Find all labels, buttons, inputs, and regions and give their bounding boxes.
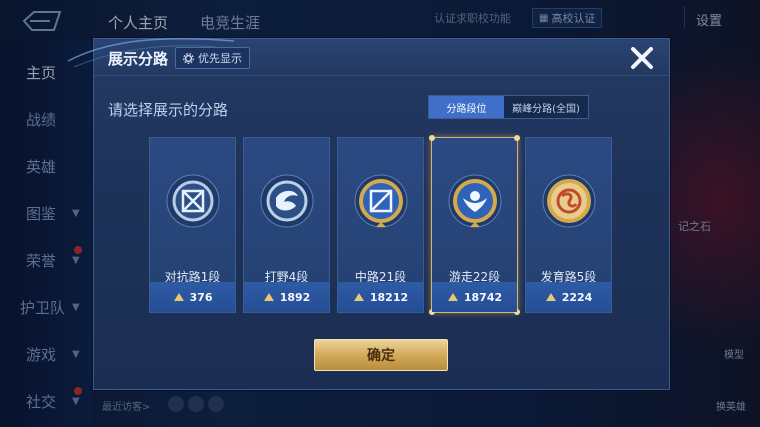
score-value: 2224 [561, 290, 593, 304]
mid-lane-emblem-icon [354, 174, 408, 228]
rank-arrow-icon [173, 293, 184, 301]
rank-arrow-icon [447, 293, 458, 301]
confirm-button[interactable]: 确定 [314, 339, 448, 371]
score-value: 18212 [369, 290, 409, 304]
lane-card-score: 18742 [432, 282, 517, 312]
tab-peak-lane[interactable]: 巅峰分路(全国) [504, 96, 588, 118]
priority-display-button[interactable]: 优先显示 [175, 47, 250, 69]
roam-emblem-icon [448, 174, 502, 228]
lane-card-score: 1892 [244, 282, 329, 312]
lane-type-toggle: 分路段位 巅峰分路(全国) [428, 95, 589, 119]
score-value: 376 [189, 290, 213, 304]
tab-lane-rank[interactable]: 分路段位 [429, 96, 504, 118]
score-value: 1892 [279, 290, 311, 304]
priority-display-label: 优先显示 [198, 52, 242, 65]
jungle-emblem-icon [260, 174, 314, 228]
lane-card[interactable]: 打野4段 1892 [243, 137, 330, 313]
lane-card[interactable]: 中路21段 18212 [337, 137, 424, 313]
rank-arrow-icon [353, 293, 364, 301]
farm-lane-emblem-icon [542, 174, 596, 228]
rank-arrow-icon [263, 293, 274, 301]
lane-card-score: 18212 [338, 282, 423, 312]
lane-card-score: 376 [150, 282, 235, 312]
corner-ornament [429, 135, 435, 141]
close-icon [631, 47, 653, 69]
lane-card[interactable]: 发育路5段 2224 [525, 137, 612, 313]
dialog-title: 展示分路 [108, 50, 169, 68]
lane-display-dialog: 展示分路 优先显示 请选择展示的分路 分路段位 巅峰分路(全国) 对抗路1段 3… [67, 38, 670, 390]
lane-card-selected[interactable]: 游走22段 18742 [429, 135, 520, 315]
close-button[interactable] [626, 42, 658, 74]
gear-icon [183, 52, 194, 64]
lane-card[interactable]: 对抗路1段 376 [149, 137, 236, 313]
clash-lane-emblem-icon [166, 174, 220, 228]
rank-arrow-icon [545, 293, 556, 301]
lane-card-score: 2224 [526, 282, 611, 312]
dialog-header: 展示分路 优先显示 [67, 38, 669, 76]
corner-ornament [514, 135, 520, 141]
score-value: 18742 [463, 290, 503, 304]
dialog-subtitle: 请选择展示的分路 [108, 101, 229, 119]
